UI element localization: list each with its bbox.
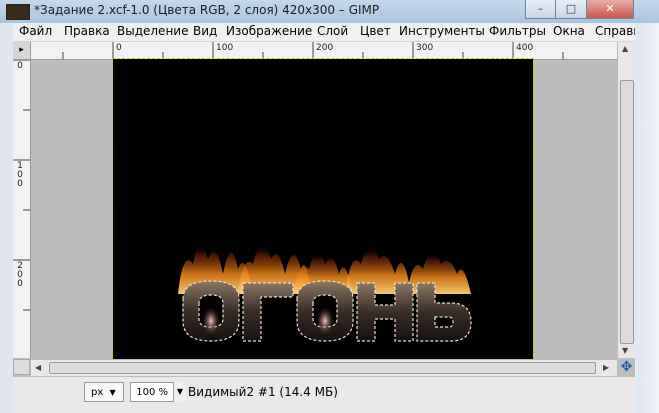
menu-bar: Файл Правка Выделение Вид Изображение Сл… [13, 23, 635, 42]
status-bar: px ▼ 100 % ▼ Видимый2 #1 (14.4 МБ) [13, 377, 635, 413]
horizontal-ruler[interactable]: 0 100 200 300 400 [31, 42, 617, 60]
app-icon [6, 4, 30, 20]
menu-windows[interactable]: Окна [553, 24, 585, 38]
title-bar: *Задание 2.xcf-1.0 (Цвета RGB, 2 слоя) 4… [0, 0, 659, 23]
ruler-label: 0 [17, 61, 23, 71]
vertical-ruler[interactable]: 0 100 200 [13, 60, 31, 358]
layer-status: Видимый2 #1 (14.4 МБ) [188, 385, 338, 399]
menu-colors[interactable]: Цвет [360, 24, 391, 38]
close-icon: ✕ [605, 2, 615, 15]
right-frame [636, 23, 659, 413]
ruler-label: 100 [17, 161, 23, 189]
menu-view[interactable]: Вид [193, 24, 217, 38]
zoom-value: 100 % [136, 387, 168, 398]
horizontal-scrollbar[interactable]: ◀ ▶ [31, 359, 617, 376]
ruler-corner[interactable]: ▸ [13, 42, 31, 60]
maximize-icon: □ [565, 2, 577, 15]
horizontal-scroll-thumb[interactable] [49, 362, 596, 374]
window-title: *Задание 2.xcf-1.0 (Цвета RGB, 2 слоя) 4… [34, 3, 380, 17]
chevron-down-icon[interactable]: ▼ [173, 382, 186, 402]
minimize-icon: – [537, 2, 544, 15]
image-canvas[interactable] [112, 58, 534, 360]
ruler-label: 100 [216, 43, 234, 53]
ruler-label: 400 [516, 43, 534, 53]
left-frame [0, 23, 13, 413]
scroll-up-arrow-icon[interactable]: ▲ [622, 44, 628, 53]
scroll-left-arrow-icon[interactable]: ◀ [35, 363, 41, 372]
scroll-down-arrow-icon[interactable]: ▼ [622, 346, 628, 355]
ruler-label: 300 [416, 43, 434, 53]
menu-tools[interactable]: Инструменты [399, 24, 485, 38]
navigate-icon[interactable]: ✥ [618, 359, 635, 375]
unit-selector[interactable]: px ▼ [84, 382, 124, 402]
menu-file[interactable]: Файл [19, 24, 52, 38]
fire-text-artwork [178, 245, 472, 342]
quick-mask-toggle[interactable] [13, 359, 30, 375]
unit-value: px [91, 387, 104, 398]
ruler-label: 0 [116, 43, 122, 53]
menu-layer[interactable]: Слой [317, 24, 348, 38]
ruler-label: 200 [316, 43, 334, 53]
scroll-right-arrow-icon[interactable]: ▶ [603, 363, 609, 372]
menu-image[interactable]: Изображение [226, 24, 312, 38]
menu-edit[interactable]: Правка [64, 24, 110, 38]
menu-filters[interactable]: Фильтры [489, 24, 546, 38]
ruler-label: 200 [17, 261, 23, 289]
menu-help[interactable]: Справка [595, 24, 635, 38]
menu-select[interactable]: Выделение [117, 24, 188, 38]
chevron-down-icon: ▼ [109, 388, 116, 397]
vertical-scroll-thumb[interactable] [620, 80, 634, 344]
close-button[interactable]: ✕ [586, 0, 634, 19]
minimize-button[interactable]: – [525, 0, 556, 19]
maximize-button[interactable]: □ [555, 0, 587, 19]
vertical-scrollbar[interactable]: ▲ ▼ [617, 42, 636, 358]
